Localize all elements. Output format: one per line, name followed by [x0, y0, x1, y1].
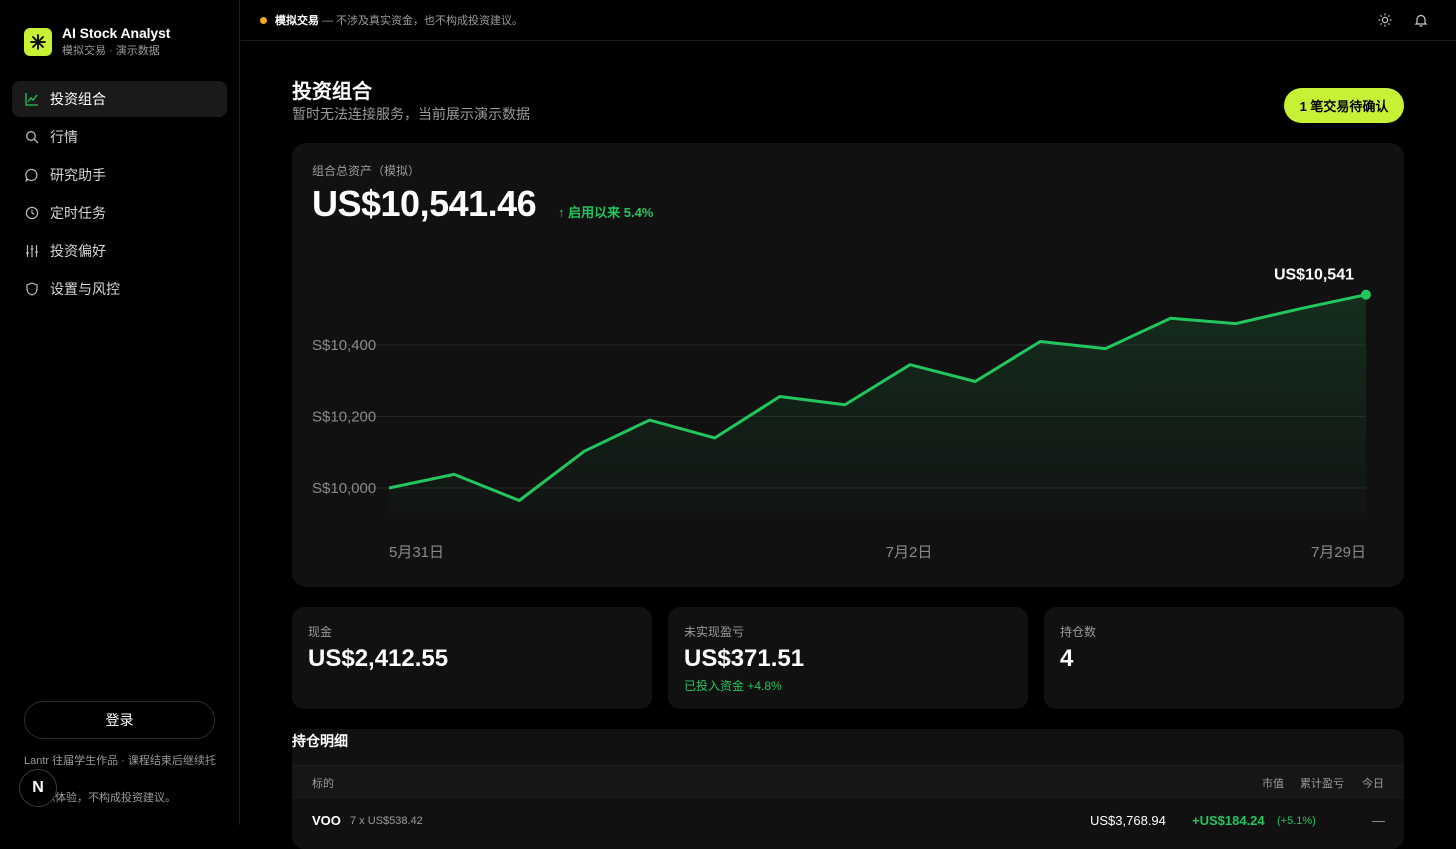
y-tick-label: S$10,400	[312, 337, 376, 354]
search-icon	[24, 129, 40, 145]
sidebar-item-label: 定时任务	[50, 205, 106, 221]
cash-value: US$2,412.55	[308, 645, 449, 672]
clock-icon	[24, 205, 40, 221]
row-detail: 7 x US$538.42	[350, 815, 423, 827]
last-value-label: US$10,541	[1274, 267, 1354, 284]
unrealized-pnl-card: 未实现盈亏 US$371.51 已投入资金 +4.8%	[668, 607, 1028, 709]
col-market-value[interactable]: 市值	[1262, 775, 1284, 791]
sun-icon[interactable]	[1376, 11, 1394, 29]
series-area	[389, 294, 1366, 513]
row-pnl-pct: (+5.1%)	[1277, 815, 1316, 827]
sliders-icon	[24, 243, 40, 259]
row-symbol: VOO	[312, 813, 341, 828]
sidebar-item-label: 投资组合	[50, 91, 106, 107]
unrealized-pnl-value: US$371.51	[684, 645, 805, 672]
y-tick-label: S$10,000	[312, 480, 376, 497]
shield-icon	[24, 281, 40, 297]
positions-count-card: 持仓数 4	[1044, 607, 1404, 709]
mode-notice: — 不涉及真实资金，也不构成投资建议。	[322, 15, 524, 27]
sidebar-item-preferences[interactable]: 投资偏好	[12, 233, 227, 269]
sidebar: AI Stock Analyst 模拟交易 · 演示数据 投资组合 行情 研究助…	[0, 0, 240, 825]
page-subtitle: 暂时无法连接服务，当前展示演示数据	[292, 106, 530, 122]
sidebar-item-scheduled[interactable]: 定时任务	[12, 195, 227, 231]
portfolio-chart-card: 组合总资产（模拟） US$10,541.46 ↑ 启用以来 5.4% S$10,…	[292, 143, 1404, 587]
col-pnl[interactable]: 累计盈亏	[1300, 775, 1344, 791]
holdings-table-header: 标的 市值 累计盈亏 今日	[292, 765, 1404, 798]
login-button[interactable]: 登录	[24, 701, 215, 739]
sidebar-item-label: 行情	[50, 129, 78, 145]
unrealized-pnl-note: 已投入资金 +4.8%	[684, 679, 782, 693]
x-tick-label: 5月31日	[389, 544, 444, 561]
y-tick-label: S$10,200	[312, 409, 376, 426]
holdings-title: 持仓明细	[292, 733, 348, 749]
row-pnl: +US$184.24	[1192, 813, 1265, 828]
footer-note-disclaimer: 拟体验，不构成投资建议。	[44, 792, 176, 804]
sidebar-item-settings[interactable]: 设置与风控	[12, 271, 227, 307]
brand-title: AI Stock Analyst	[62, 25, 171, 41]
last-point	[1361, 289, 1371, 300]
cash-card: 现金 US$2,412.55	[292, 607, 652, 709]
page-title: 投资组合	[292, 81, 372, 103]
status-dot	[260, 16, 267, 24]
topbar: 模拟交易 — 不涉及真实资金，也不构成投资建议。	[241, 0, 1456, 41]
sidebar-item-research[interactable]: 研究助手	[12, 157, 227, 193]
sidebar-item-label: 设置与风控	[50, 281, 120, 297]
footer-note: Lantr 往届学生作品 · 课程结束后继续托	[24, 755, 216, 767]
x-tick-label: 7月29日	[1311, 544, 1366, 561]
chart-line-icon	[24, 91, 40, 107]
sidebar-item-label: 投资偏好	[50, 243, 106, 259]
sidebar-item-portfolio[interactable]: 投资组合	[12, 81, 227, 117]
row-market-value: US$3,768.94	[1090, 813, 1166, 828]
chat-bubble-icon	[24, 167, 40, 183]
x-tick-label: 7月2日	[886, 544, 933, 561]
bell-icon[interactable]	[1412, 11, 1430, 29]
sidebar-item-label: 研究助手	[50, 167, 106, 183]
col-today[interactable]: 今日	[1362, 775, 1384, 791]
holdings-card: 持仓明细 标的 市值 累计盈亏 今日 VOO 7 x US$538.42 US$…	[292, 729, 1404, 849]
sidebar-item-market[interactable]: 行情	[12, 119, 227, 155]
brand-subtitle: 模拟交易 · 演示数据	[62, 45, 160, 57]
n-badge[interactable]: N	[19, 769, 57, 807]
portfolio-chart: S$10,000 S$10,200 S$10,400 US$10,541 5月31日 7月…	[312, 267, 1371, 561]
positions-count-label: 持仓数	[1060, 625, 1097, 639]
cash-label: 现金	[308, 625, 333, 639]
sidebar-nav: 投资组合 行情 研究助手 定时任务 投资偏好 设置与风控	[12, 81, 227, 309]
col-symbol[interactable]: 标的	[312, 775, 334, 791]
positions-count-value: 4	[1060, 645, 1074, 672]
brand[interactable]: AI Stock Analyst 模拟交易 · 演示数据	[24, 25, 170, 58]
row-today: —	[1372, 813, 1385, 828]
sparkle-icon	[24, 27, 52, 56]
unrealized-pnl-label: 未实现盈亏	[684, 625, 745, 639]
table-row[interactable]: VOO 7 x US$538.42 US$3,768.94 +US$184.24…	[292, 799, 1404, 839]
mode-label: 模拟交易	[275, 15, 319, 27]
pending-trades-button[interactable]: 1 笔交易待确认	[1284, 88, 1404, 123]
